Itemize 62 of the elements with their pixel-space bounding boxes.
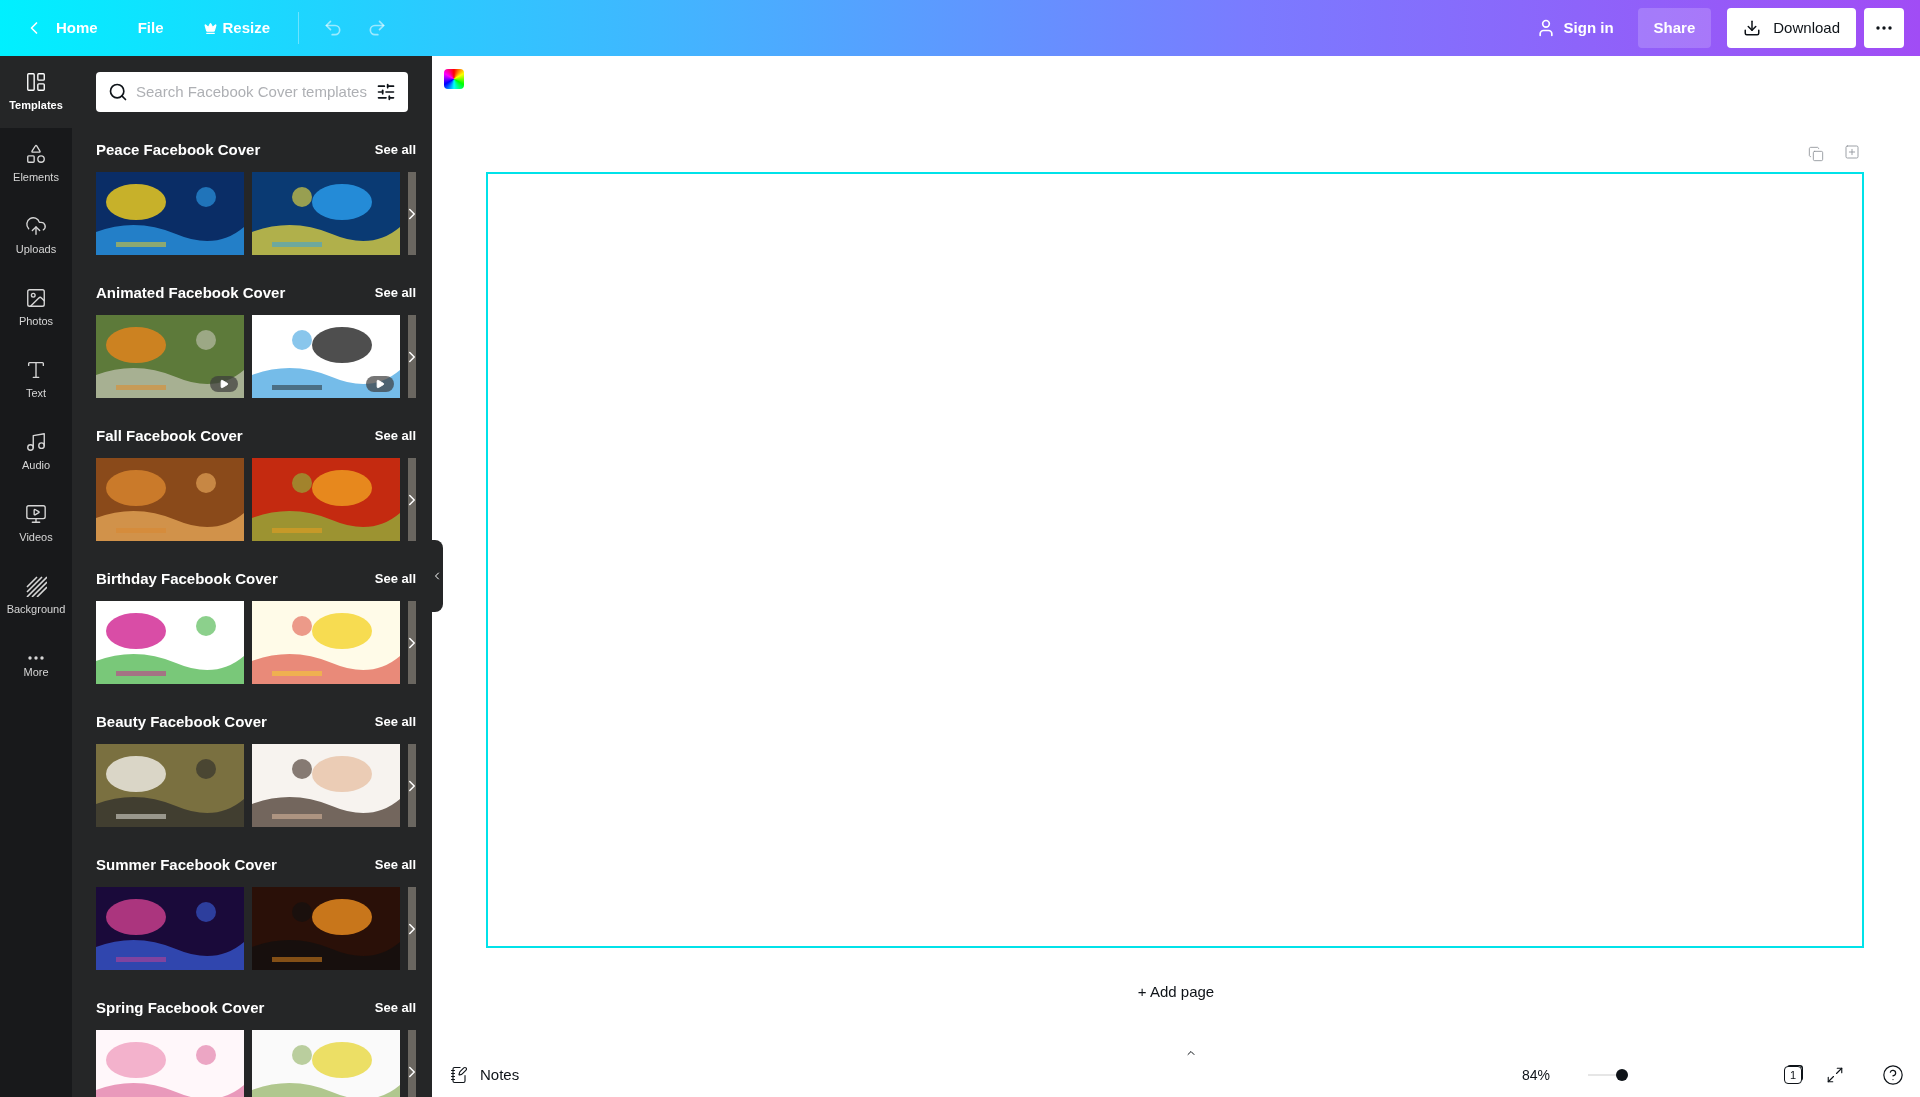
image-icon [25,286,47,309]
sidebar-item[interactable]: Elements [0,128,72,200]
section-title: Fall Facebook Cover [96,425,243,446]
section-title: Spring Facebook Cover [96,997,265,1018]
add-page-button[interactable]: + Add page [1125,976,1227,1008]
notes-icon [450,1066,468,1084]
search-bar[interactable]: Search Facebook Cover templates [96,72,408,112]
crown-icon [203,21,217,35]
see-all-link[interactable]: See all [374,426,416,446]
sidebar-item[interactable]: Audio [0,416,72,488]
redo-icon [367,18,388,38]
see-all-link[interactable]: See all [374,998,416,1018]
panel-collapse-handle[interactable] [431,540,443,612]
search-icon [108,82,128,102]
sidebar-item[interactable]: Background [0,560,72,632]
stripes-icon [25,574,47,597]
download-icon [1743,19,1762,37]
video-icon [25,502,47,525]
see-all-link[interactable]: See all [374,283,416,303]
shapes-icon [25,142,47,165]
play-icon [366,376,394,392]
music-note-icon [25,430,47,453]
sidebar-item[interactable]: Text [0,344,72,416]
cloud-upload-icon [25,214,47,237]
add-page-icon[interactable] [1844,144,1860,160]
section-title: Beauty Facebook Cover [96,711,267,732]
download-button[interactable]: Download [1727,8,1856,48]
section-title: Summer Facebook Cover [96,854,277,875]
help-icon[interactable] [1882,1064,1904,1086]
fullscreen-icon[interactable] [1826,1066,1844,1084]
next-button[interactable] [408,172,416,255]
notes-button[interactable]: Notes [450,1063,520,1087]
section-title: Animated Facebook Cover [96,282,286,303]
see-all-link[interactable]: See all [374,140,416,160]
sidebar-item[interactable]: More [0,632,72,704]
color-palette-icon[interactable] [444,69,464,89]
see-all-link[interactable]: See all [374,712,416,732]
sidebar-item[interactable]: Uploads [0,200,72,272]
section-title: Peace Facebook Cover [96,139,261,160]
zoom-percentage[interactable]: 84% [1512,1064,1560,1086]
more-icon [28,655,44,660]
next-button[interactable] [408,315,416,398]
duplicate-page-icon[interactable] [1808,146,1824,162]
sidebar-item[interactable]: Templates [0,56,72,128]
play-icon [210,376,238,392]
sidebar-item[interactable]: Videos [0,488,72,560]
more-icon [1876,26,1892,30]
page-count[interactable]: 1 [1784,1066,1802,1084]
filter-icon[interactable] [376,82,396,102]
see-all-link[interactable]: See all [374,569,416,589]
next-button[interactable] [408,458,416,541]
sidebar-item[interactable]: Photos [0,272,72,344]
see-all-link[interactable]: See all [374,855,416,875]
next-button[interactable] [408,744,416,827]
search-field[interactable]: Search Facebook Cover templates [136,80,368,104]
next-button[interactable] [408,887,416,970]
layout-icon [25,70,47,93]
next-button[interactable] [408,601,416,684]
sign-in-button[interactable]: Sign in [1523,8,1626,48]
next-button[interactable] [408,1030,416,1097]
section-title: Birthday Facebook Cover [96,568,278,589]
more-button[interactable] [1864,8,1904,48]
